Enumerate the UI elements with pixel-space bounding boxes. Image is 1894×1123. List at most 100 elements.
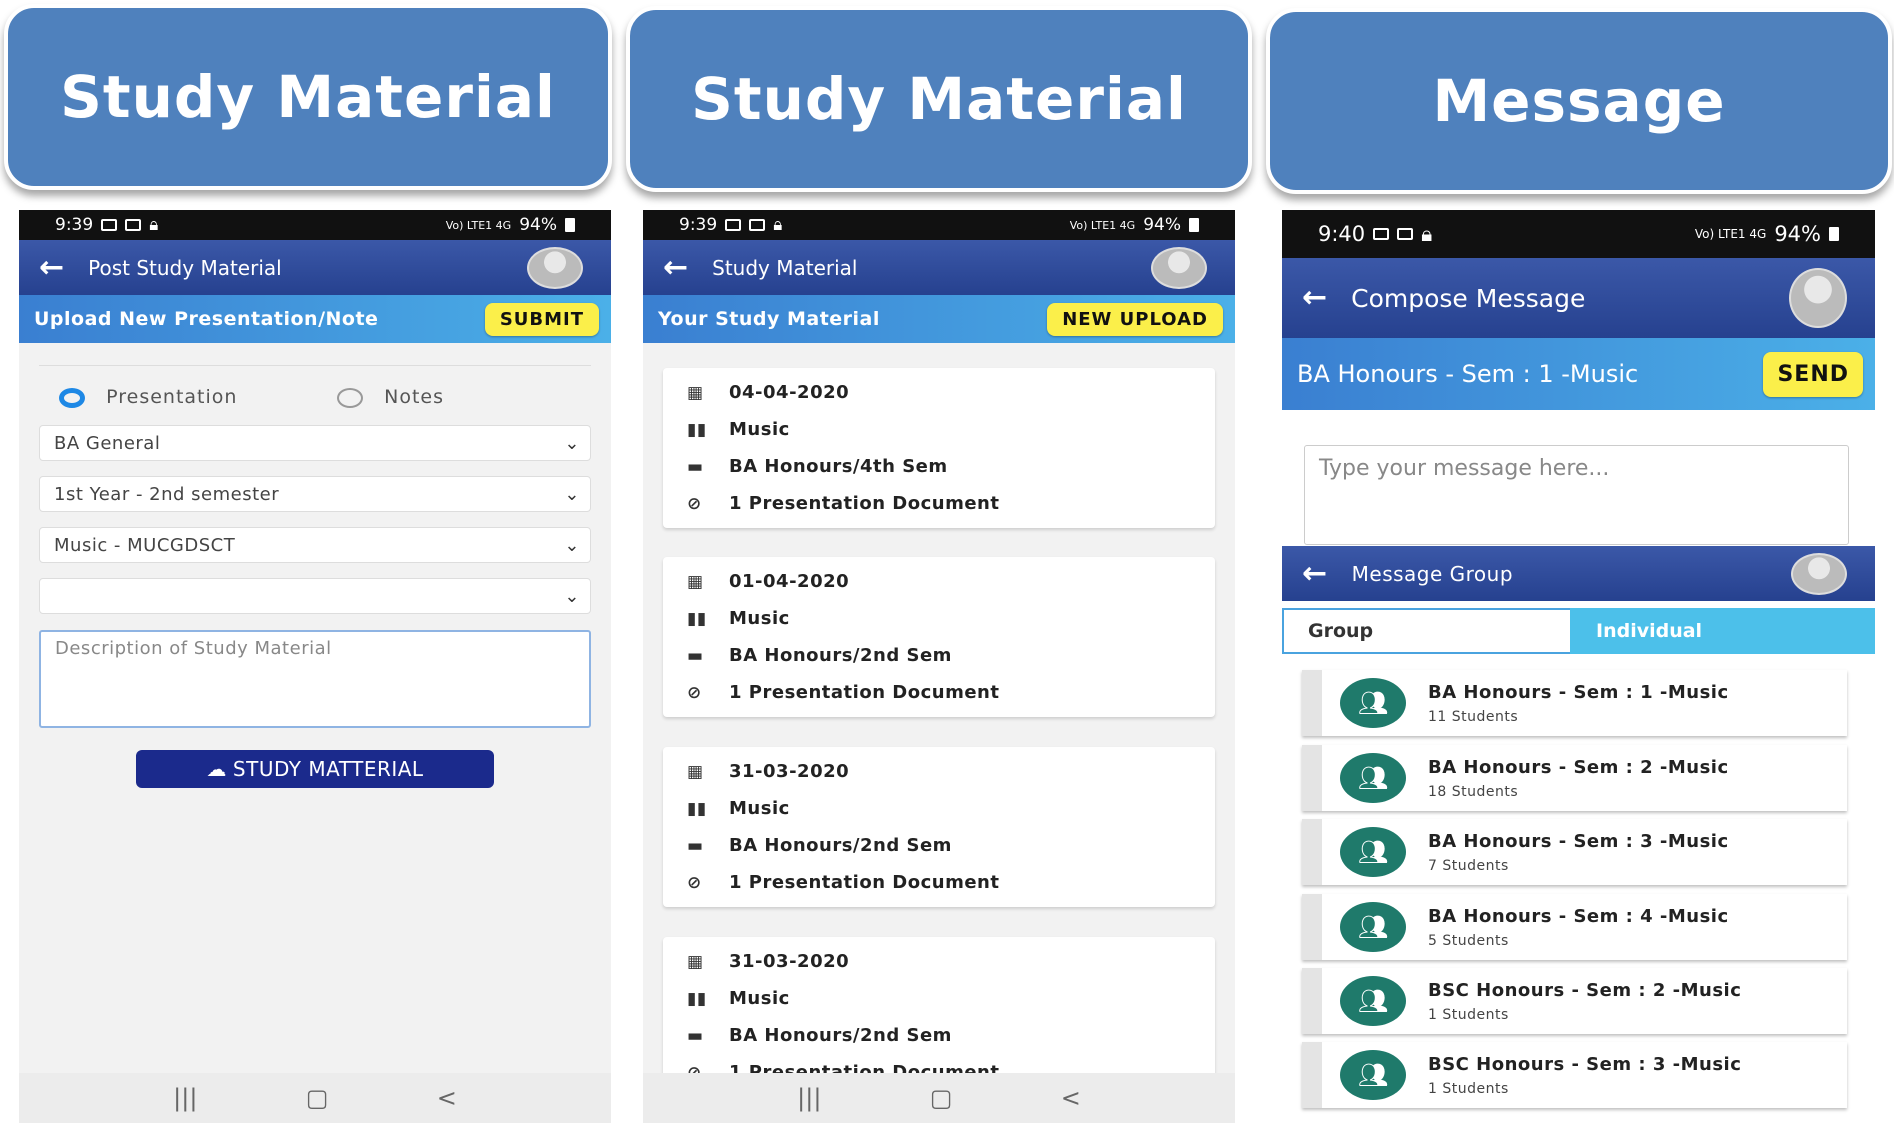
group-name: BA Honours - Sem : 3 -Music bbox=[1428, 830, 1729, 852]
laptop-icon bbox=[125, 219, 142, 231]
home-icon[interactable]: ▢ bbox=[306, 1084, 329, 1112]
banner-title: Message bbox=[1432, 67, 1726, 135]
status-time: 9:39 bbox=[679, 215, 718, 235]
select-value: 1st Year - 2nd semester bbox=[54, 483, 280, 505]
group-item[interactable]: 👥︎ BSC Honours - Sem : 3 -Music 1 Students bbox=[1302, 1042, 1847, 1108]
chevron-down-icon: ⌄ bbox=[564, 534, 580, 556]
card-doc: 1 Presentation Document bbox=[729, 682, 1000, 703]
group-item[interactable]: 👥︎ BA Honours - Sem : 2 -Music 18 Students bbox=[1302, 745, 1847, 811]
group-name: BA Honours - Sem : 2 -Music bbox=[1428, 756, 1729, 778]
image-icon bbox=[725, 219, 742, 231]
back-arrow-icon[interactable]: ← bbox=[39, 252, 64, 283]
laptop-icon bbox=[749, 219, 766, 231]
status-time: 9:40 bbox=[1318, 222, 1366, 246]
list-header-label: Your Study Material bbox=[658, 308, 880, 330]
card-subject: Music bbox=[729, 988, 790, 1009]
nav-back-icon[interactable]: < bbox=[1061, 1084, 1081, 1112]
course-select[interactable]: BA General ⌄ bbox=[39, 425, 591, 461]
book-icon: ▮▮ bbox=[687, 988, 707, 1009]
avatar[interactable] bbox=[1791, 552, 1847, 595]
battery-text: 94% bbox=[519, 215, 557, 235]
send-button[interactable]: SEND bbox=[1763, 351, 1863, 397]
book-icon: ▮▮ bbox=[687, 419, 707, 440]
android-nav-bar: ||| ▢ < bbox=[19, 1073, 611, 1123]
page-title: Compose Message bbox=[1351, 283, 1586, 313]
radio-off-icon[interactable] bbox=[337, 387, 363, 408]
group-item[interactable]: 👥︎ BA Honours - Sem : 1 -Music 11 Students bbox=[1302, 670, 1847, 736]
tab-individual[interactable]: Individual bbox=[1570, 608, 1875, 654]
card-course: BA Honours/4th Sem bbox=[729, 456, 948, 477]
card-doc: 1 Presentation Document bbox=[729, 872, 1000, 893]
card-date: 01-04-2020 bbox=[729, 571, 850, 592]
select-value: BA General bbox=[54, 432, 161, 454]
back-arrow-icon[interactable]: ← bbox=[1302, 558, 1328, 589]
group-item[interactable]: 👥︎ BSC Honours - Sem : 2 -Music 1 Students bbox=[1302, 968, 1847, 1034]
status-bar: 9:39 🔒︎ Vo) LTE1 4G 94% bbox=[643, 210, 1235, 240]
card-subject: Music bbox=[729, 608, 790, 629]
new-upload-button[interactable]: NEW UPLOAD bbox=[1047, 302, 1223, 336]
image-icon bbox=[1373, 228, 1390, 240]
group-item[interactable]: 👥︎ BA Honours - Sem : 4 -Music 5 Students bbox=[1302, 894, 1847, 960]
group-count: 5 Students bbox=[1428, 932, 1509, 949]
semester-select[interactable]: 1st Year - 2nd semester ⌄ bbox=[39, 476, 591, 512]
signal-icon: Vo) LTE1 4G bbox=[1694, 227, 1767, 241]
message-input[interactable]: Type your message here... bbox=[1304, 445, 1849, 545]
message-placeholder: Type your message here... bbox=[1319, 456, 1610, 481]
extra-select[interactable]: ⌄ bbox=[39, 578, 591, 614]
upload-button-label: STUDY MATTERIAL bbox=[232, 757, 424, 781]
status-bar: 9:39 🔒︎ Vo) LTE1 4G 94% bbox=[19, 210, 611, 240]
radio-presentation[interactable]: Presentation bbox=[59, 386, 237, 408]
laptop-icon bbox=[1397, 228, 1414, 240]
card-course: BA Honours/2nd Sem bbox=[729, 645, 952, 666]
subject-select[interactable]: Music - MUCGDSCT ⌄ bbox=[39, 527, 591, 563]
description-field[interactable]: Description of Study Material bbox=[39, 630, 591, 728]
signal-icon: Vo) LTE1 4G bbox=[445, 218, 512, 232]
course-icon: ▬ bbox=[687, 1025, 704, 1046]
upload-header: Upload New Presentation/Note SUBMIT bbox=[19, 295, 611, 343]
selected-group-label: BA Honours - Sem : 1 -Music bbox=[1297, 360, 1639, 388]
nav-back-icon[interactable]: < bbox=[437, 1084, 457, 1112]
avatar[interactable] bbox=[1151, 246, 1207, 289]
back-arrow-icon[interactable]: ← bbox=[1302, 283, 1327, 313]
group-count: 1 Students bbox=[1428, 1080, 1509, 1097]
banner-title: Study Material bbox=[691, 65, 1187, 133]
card-date: 04-04-2020 bbox=[729, 382, 850, 403]
group-icon: 👥︎ bbox=[1340, 678, 1406, 728]
tab-group-label: Group bbox=[1308, 620, 1374, 642]
tab-individual-label: Individual bbox=[1596, 620, 1703, 642]
message-group-bar: ← Message Group bbox=[1282, 546, 1875, 601]
material-card[interactable]: ▦ 31-03-2020 ▮▮ Music ▬ BA Honours/2nd Sem … bbox=[663, 747, 1215, 907]
submit-button[interactable]: SUBMIT bbox=[484, 302, 599, 336]
back-arrow-icon[interactable]: ← bbox=[663, 252, 688, 283]
avatar[interactable] bbox=[1789, 268, 1847, 328]
radio-presentation-label: Presentation bbox=[106, 386, 238, 408]
app-bar: ← Compose Message bbox=[1282, 258, 1875, 338]
status-bar: 9:40 🔒︎ Vo) LTE1 4G 94% bbox=[1282, 210, 1875, 258]
avatar[interactable] bbox=[527, 246, 583, 289]
upload-study-material-button[interactable]: ☁ STUDY MATTERIAL bbox=[136, 750, 494, 788]
course-icon: ▬ bbox=[687, 645, 704, 666]
description-placeholder: Description of Study Material bbox=[55, 638, 332, 659]
app-bar: ← Study Material bbox=[643, 240, 1235, 295]
material-card[interactable]: ▦ 01-04-2020 ▮▮ Music ▬ BA Honours/2nd Sem … bbox=[663, 557, 1215, 717]
group-count: 11 Students bbox=[1428, 708, 1519, 725]
card-course: BA Honours/2nd Sem bbox=[729, 1025, 952, 1046]
material-card[interactable]: ▦ 04-04-2020 ▮▮ Music ▬ BA Honours/4th Sem … bbox=[663, 368, 1215, 528]
group-icon: 👥︎ bbox=[1340, 976, 1406, 1026]
group-name: BA Honours - Sem : 1 -Music bbox=[1428, 681, 1729, 703]
selected-group-bar: BA Honours - Sem : 1 -Music SEND bbox=[1282, 338, 1875, 410]
group-icon: 👥︎ bbox=[1340, 1050, 1406, 1100]
tab-group[interactable]: Group bbox=[1282, 608, 1570, 654]
calendar-icon: ▦ bbox=[687, 761, 704, 782]
phone-compose-message: 9:40 🔒︎ Vo) LTE1 4G 94% ← Compose Message BA… bbox=[1282, 210, 1875, 1123]
recent-apps-icon[interactable]: ||| bbox=[173, 1084, 197, 1112]
radio-notes[interactable]: Notes bbox=[337, 386, 444, 408]
card-date: 31-03-2020 bbox=[729, 951, 850, 972]
recent-apps-icon[interactable]: ||| bbox=[797, 1084, 821, 1112]
home-icon[interactable]: ▢ bbox=[930, 1084, 953, 1112]
group-icon: 👥︎ bbox=[1340, 902, 1406, 952]
list-header: Your Study Material NEW UPLOAD bbox=[643, 295, 1235, 343]
radio-on-icon[interactable] bbox=[59, 387, 85, 408]
card-doc: 1 Presentation Document bbox=[729, 493, 1000, 514]
group-item[interactable]: 👥︎ BA Honours - Sem : 3 -Music 7 Students bbox=[1302, 819, 1847, 885]
